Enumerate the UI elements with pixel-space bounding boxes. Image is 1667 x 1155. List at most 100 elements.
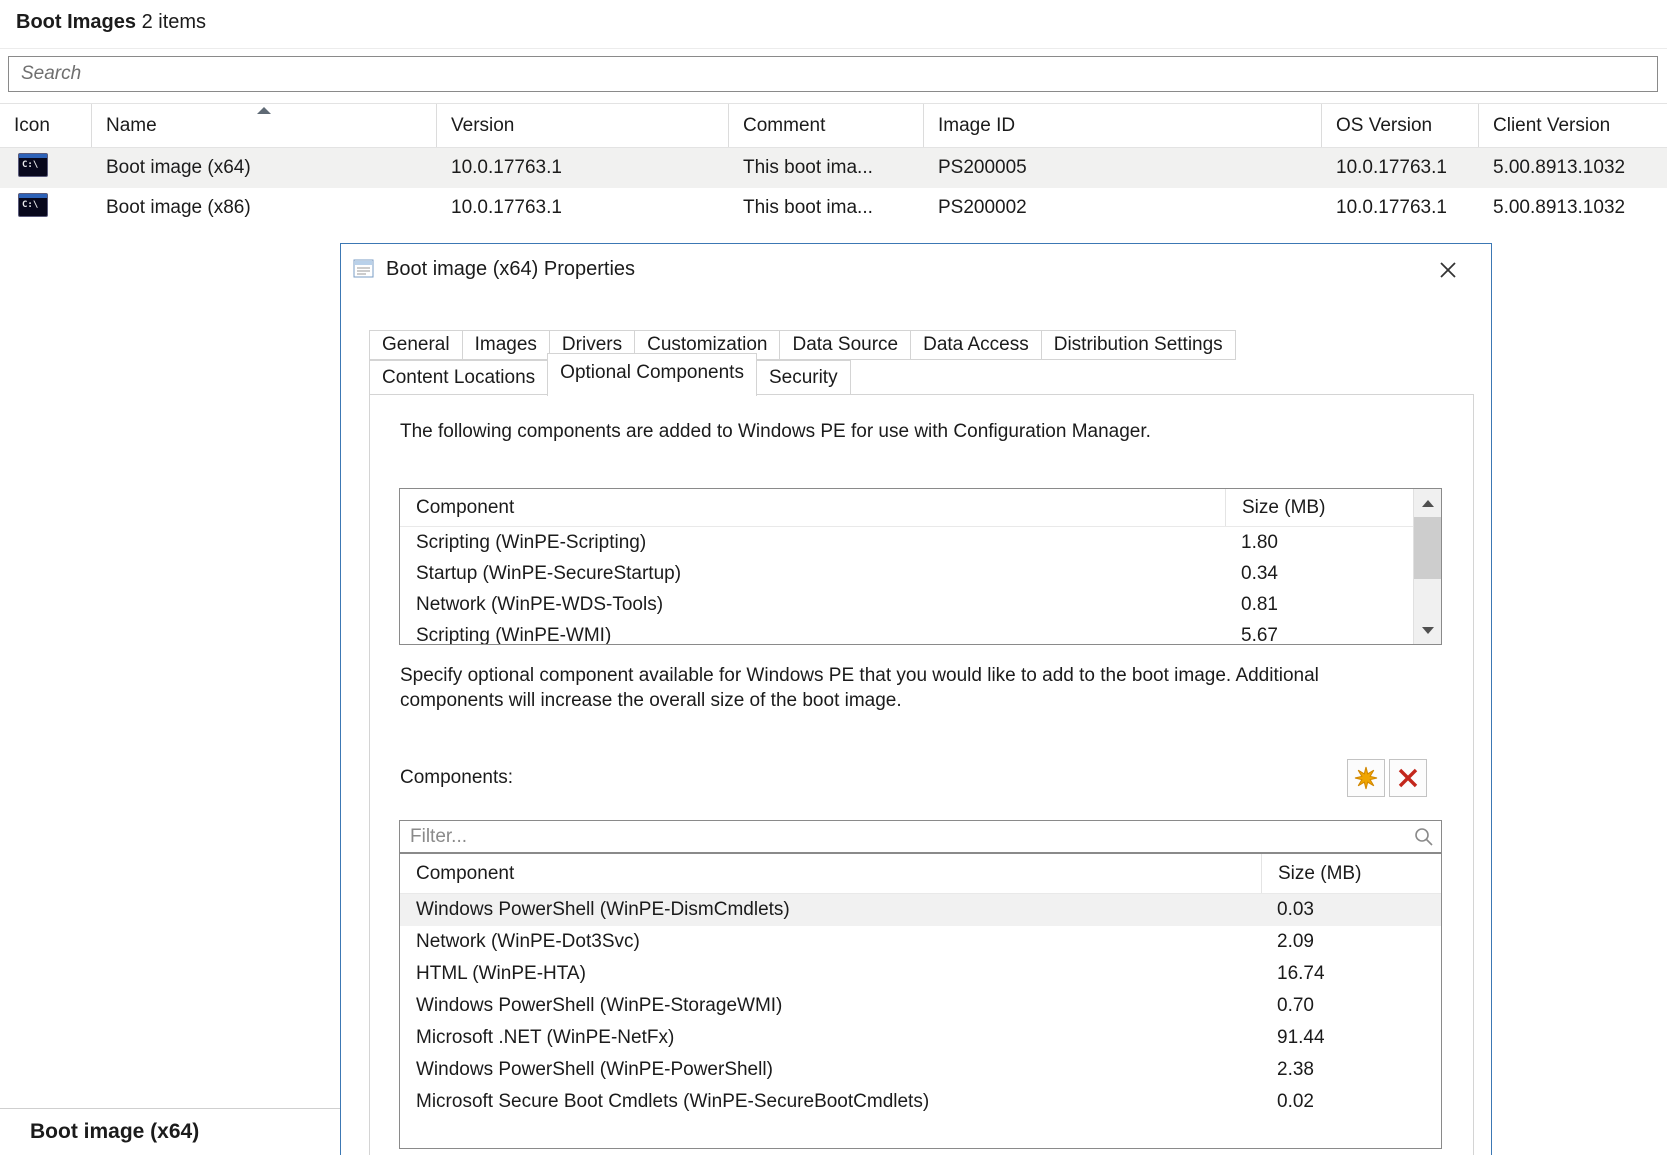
column-header-version[interactable]: Version: [437, 104, 729, 147]
specify-text: Specify optional component available for…: [400, 663, 1365, 713]
cell-comment: This boot ima...: [729, 197, 924, 219]
component-size: 2.38: [1261, 1059, 1441, 1081]
component-name: Scripting (WinPE-Scripting): [400, 532, 1225, 554]
scrollbar-down-button[interactable]: [1414, 616, 1441, 644]
component-size: 91.44: [1261, 1027, 1441, 1049]
status-bar: Boot image (x64): [0, 1108, 340, 1155]
cell-version: 10.0.17763.1: [437, 197, 729, 219]
intro-text: The following components are added to Wi…: [400, 421, 1151, 443]
component-row[interactable]: HTML (WinPE-HTA) 16.74: [400, 958, 1441, 990]
filter-box: [399, 820, 1442, 853]
component-name: Microsoft .NET (WinPE-NetFx): [400, 1027, 1261, 1049]
scrollbar-thumb[interactable]: [1414, 517, 1441, 579]
cell-image-id: PS200002: [924, 197, 1322, 219]
component-name: Network (WinPE-Dot3Svc): [400, 931, 1261, 953]
cell-os-version: 10.0.17763.1: [1322, 197, 1479, 219]
status-selected-item: Boot image (x64): [30, 1120, 199, 1144]
column-header-image-id[interactable]: Image ID: [924, 104, 1322, 147]
filter-input[interactable]: [400, 821, 1441, 852]
available-list-header: Component Size (MB): [400, 854, 1441, 894]
tab-distribution-settings[interactable]: Distribution Settings: [1041, 330, 1236, 360]
added-components-content: Component Size (MB) Scripting (WinPE-Scr…: [400, 489, 1413, 644]
component-row[interactable]: Microsoft Secure Boot Cmdlets (WinPE-Sec…: [400, 1086, 1441, 1118]
component-name: Network (WinPE-WDS-Tools): [400, 594, 1225, 616]
tab-strip-row1: General Images Drivers Customization Dat…: [369, 330, 1235, 360]
table-header: Icon Name Version Comment Image ID OS Ve…: [0, 103, 1667, 148]
optional-components-pane: The following components are added to Wi…: [369, 394, 1474, 1155]
component-name: Windows PowerShell (WinPE-StorageWMI): [400, 995, 1261, 1017]
component-size: 0.03: [1261, 899, 1441, 921]
available-column-size[interactable]: Size (MB): [1261, 854, 1441, 893]
added-list-header: Component Size (MB): [400, 489, 1413, 527]
table-row[interactable]: Boot image (x86) 10.0.17763.1 This boot …: [0, 188, 1667, 228]
boot-images-window: Boot Images 2 items Icon Name Version Co…: [0, 0, 1667, 1155]
title-divider: [0, 48, 1667, 49]
component-name: Scripting (WinPE-WMI): [400, 625, 1225, 646]
add-component-button[interactable]: [1347, 759, 1385, 797]
cell-os-version: 10.0.17763.1: [1322, 157, 1479, 179]
close-button[interactable]: [1433, 256, 1463, 284]
tab-data-access[interactable]: Data Access: [910, 330, 1042, 360]
close-icon: [1439, 261, 1457, 279]
available-components-list: Component Size (MB) Windows PowerShell (…: [399, 853, 1442, 1149]
component-size: 0.70: [1261, 995, 1441, 1017]
item-count: 2 items: [142, 11, 206, 33]
tab-data-source[interactable]: Data Source: [779, 330, 911, 360]
component-size: 0.34: [1225, 563, 1413, 585]
cell-icon: [0, 193, 92, 223]
tab-optional-components[interactable]: Optional Components: [547, 353, 757, 396]
cell-name: Boot image (x86): [92, 197, 437, 219]
cell-client-version: 5.00.8913.1032: [1479, 197, 1667, 219]
component-row[interactable]: Network (WinPE-WDS-Tools) 0.81: [400, 589, 1413, 620]
added-column-component[interactable]: Component: [400, 489, 1225, 526]
scrollbar[interactable]: [1413, 489, 1441, 644]
component-size: 0.02: [1261, 1091, 1441, 1113]
tab-images[interactable]: Images: [462, 330, 550, 360]
cell-name: Boot image (x64): [92, 157, 437, 179]
component-row[interactable]: Network (WinPE-Dot3Svc) 2.09: [400, 926, 1441, 958]
column-header-client-version[interactable]: Client Version: [1479, 104, 1667, 147]
scrollbar-up-icon: [1422, 500, 1434, 507]
component-row[interactable]: Scripting (WinPE-WMI) 5.67: [400, 620, 1413, 645]
boot-image-icon: [18, 153, 48, 177]
column-header-name-label: Name: [106, 115, 157, 136]
dialog-title: Boot image (x64) Properties: [386, 258, 635, 281]
cell-icon: [0, 153, 92, 183]
column-header-comment[interactable]: Comment: [729, 104, 924, 147]
component-row[interactable]: Windows PowerShell (WinPE-DismCmdlets) 0…: [400, 894, 1441, 926]
component-row[interactable]: Windows PowerShell (WinPE-StorageWMI) 0.…: [400, 990, 1441, 1022]
column-header-icon[interactable]: Icon: [0, 104, 92, 147]
search-input[interactable]: [8, 56, 1658, 92]
page-title: Boot Images 2 items: [16, 11, 206, 34]
components-label: Components:: [400, 767, 513, 789]
table-row[interactable]: Boot image (x64) 10.0.17763.1 This boot …: [0, 148, 1667, 188]
component-size: 1.80: [1225, 532, 1413, 554]
remove-component-button[interactable]: [1389, 759, 1427, 797]
component-row[interactable]: Startup (WinPE-SecureStartup) 0.34: [400, 558, 1413, 589]
component-name: Windows PowerShell (WinPE-DismCmdlets): [400, 899, 1261, 921]
tab-general[interactable]: General: [369, 330, 463, 360]
available-column-component[interactable]: Component: [400, 854, 1261, 893]
component-size: 0.81: [1225, 594, 1413, 616]
component-size: 5.67: [1225, 625, 1413, 646]
component-row[interactable]: Microsoft .NET (WinPE-NetFx) 91.44: [400, 1022, 1441, 1054]
column-header-name[interactable]: Name: [92, 104, 437, 147]
dialog-titlebar: Boot image (x64) Properties: [353, 244, 635, 294]
component-name: HTML (WinPE-HTA): [400, 963, 1261, 985]
added-column-size[interactable]: Size (MB): [1225, 489, 1413, 526]
available-components-content: Component Size (MB) Windows PowerShell (…: [400, 854, 1441, 1148]
search-icon: [1413, 826, 1435, 848]
tab-content-locations[interactable]: Content Locations: [369, 360, 548, 395]
component-row[interactable]: Windows PowerShell (WinPE-PowerShell) 2.…: [400, 1054, 1441, 1086]
component-name: Windows PowerShell (WinPE-PowerShell): [400, 1059, 1261, 1081]
column-header-os-version[interactable]: OS Version: [1322, 104, 1479, 147]
component-size: 16.74: [1261, 963, 1441, 985]
cell-image-id: PS200005: [924, 157, 1322, 179]
tab-security[interactable]: Security: [756, 360, 851, 395]
component-row[interactable]: Scripting (WinPE-Scripting) 1.80: [400, 527, 1413, 558]
component-name: Startup (WinPE-SecureStartup): [400, 563, 1225, 585]
component-name: Microsoft Secure Boot Cmdlets (WinPE-Sec…: [400, 1091, 1261, 1113]
scrollbar-up-button[interactable]: [1414, 489, 1441, 517]
cell-comment: This boot ima...: [729, 157, 924, 179]
delete-icon: [1396, 766, 1420, 790]
